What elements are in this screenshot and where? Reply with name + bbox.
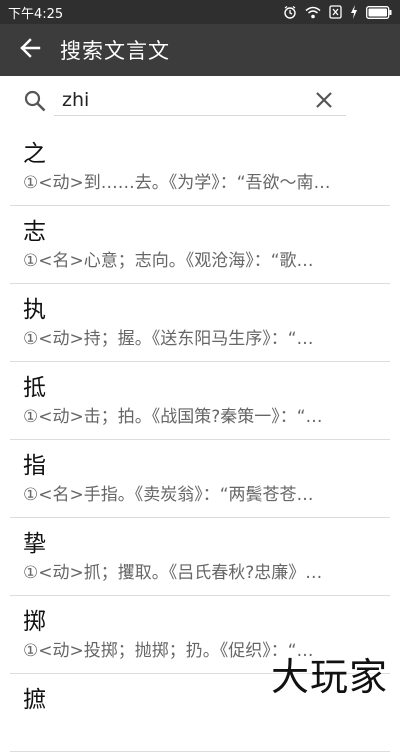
result-word: 抵 xyxy=(23,375,46,401)
result-definition: ①<动>到……去。《为学》：“吾欲～南… xyxy=(23,173,331,193)
alarm-icon xyxy=(283,5,297,19)
result-word: 志 xyxy=(23,219,46,245)
charging-icon xyxy=(350,5,358,19)
search-icon xyxy=(24,90,46,116)
battery-icon xyxy=(366,5,392,19)
list-item[interactable]: 执 ①<动>持；握。《送东阳马生序》：“… xyxy=(0,284,400,362)
app-toolbar: 搜索文言文 xyxy=(0,24,400,76)
list-item[interactable]: 挚 ①<动>抓；攫取。《吕氏春秋?忠廉》… xyxy=(0,518,400,596)
result-word: 执 xyxy=(23,297,46,323)
search-bar xyxy=(0,76,400,126)
list-item[interactable]: 之 ①<动>到……去。《为学》：“吾欲～南… xyxy=(0,128,400,206)
status-time: 下午4:25 xyxy=(8,6,64,22)
close-icon[interactable] xyxy=(314,90,334,114)
search-input[interactable] xyxy=(54,84,346,116)
result-definition: ①<动>持；握。《送东阳马生序》：“… xyxy=(23,329,314,349)
list-item[interactable]: 抵 ①<动>击；拍。《战国策?秦策一》：“… xyxy=(0,362,400,440)
result-definition: ①<名>手指。《卖炭翁》：“两鬓苍苍… xyxy=(23,485,314,505)
result-definition: ①<动>击；拍。《战国策?秦策一》：“… xyxy=(23,407,323,427)
back-button[interactable] xyxy=(0,24,60,76)
arrow-left-icon xyxy=(19,37,41,63)
result-word: 掷 xyxy=(23,609,46,635)
watermark-logo: 大玩家 xyxy=(270,655,388,699)
result-definition: ①<名>心意；志向。《观沧海》：“歌… xyxy=(23,251,314,271)
status-icons xyxy=(283,5,392,19)
sim-icon xyxy=(329,5,342,19)
page-title: 搜索文言文 xyxy=(60,39,170,63)
result-definition: ①<动>抓；攫取。《吕氏春秋?忠廉》… xyxy=(23,563,323,583)
result-word: 指 xyxy=(23,453,46,479)
result-word: 之 xyxy=(23,141,46,167)
status-bar: 下午4:25 xyxy=(0,0,400,24)
list-item[interactable]: 志 ①<名>心意；志向。《观沧海》：“歌… xyxy=(0,206,400,284)
wifi-icon xyxy=(305,6,321,19)
list-item[interactable]: 指 ①<名>手指。《卖炭翁》：“两鬓苍苍… xyxy=(0,440,400,518)
result-word: 挚 xyxy=(23,531,46,557)
